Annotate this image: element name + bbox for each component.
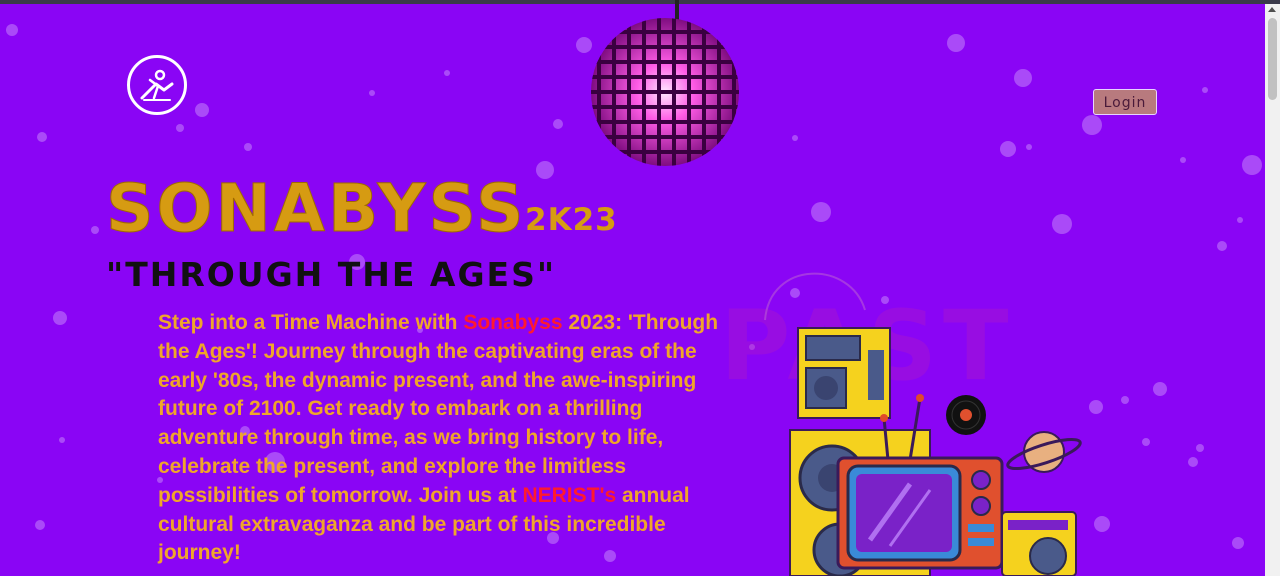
description-text: 2023: 'Through the Ages'! Journey throug… <box>158 311 719 507</box>
highlight-nerist: NERIST's <box>522 483 617 507</box>
orbit-line <box>764 272 866 321</box>
page-scrollbar[interactable] <box>1265 4 1280 576</box>
highlight-sonabyss: Sonabyss <box>463 311 563 334</box>
retro-tv-icon <box>836 456 1004 570</box>
planet-icon <box>1006 431 1082 473</box>
speaker-icon <box>797 327 891 419</box>
scrollbar-thumb[interactable] <box>1268 18 1277 100</box>
event-year: 2K23 <box>525 202 618 238</box>
event-description: Step into a Time Machine with Sonabyss 2… <box>158 309 736 568</box>
dancer-logo-icon[interactable] <box>127 55 187 115</box>
event-theme: "THROUGH THE AGES" <box>106 255 557 294</box>
event-title: SONABYSS <box>106 170 527 248</box>
vinyl-record-icon <box>946 395 986 435</box>
description-text: Step into a Time Machine with <box>158 311 464 334</box>
disco-ball-icon <box>591 0 739 166</box>
login-button[interactable]: Login <box>1093 89 1157 115</box>
boombox-icon <box>1001 511 1077 576</box>
retro-illustration <box>764 272 1082 576</box>
scroll-up-icon[interactable] <box>1268 7 1276 12</box>
